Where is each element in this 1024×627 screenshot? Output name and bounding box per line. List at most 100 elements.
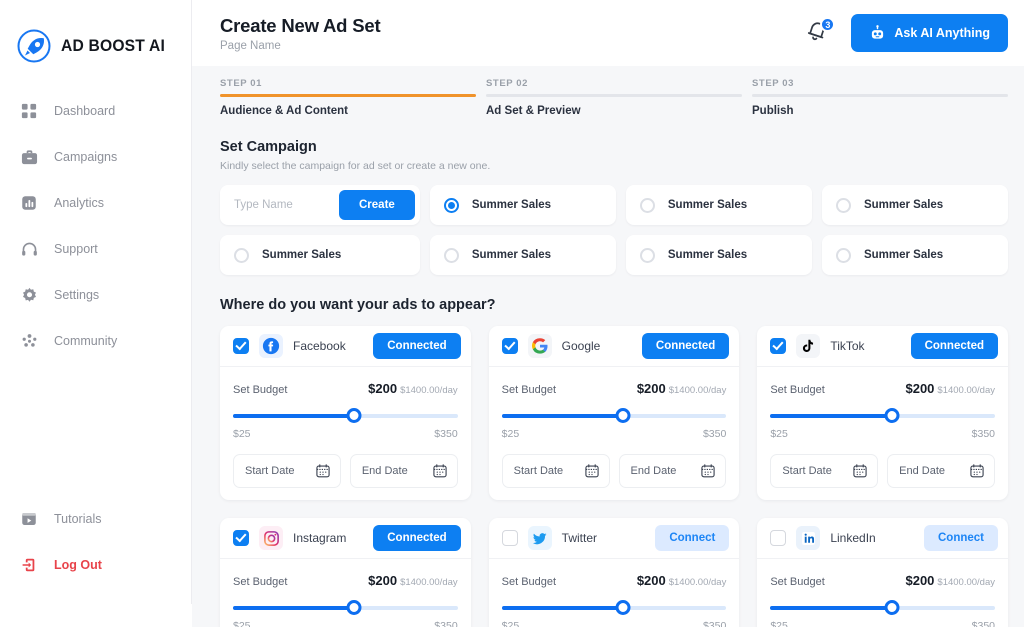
platform-name: Facebook [293,339,346,353]
robot-icon [872,24,884,39]
notification-bell[interactable]: 3 [805,17,836,47]
google-icon [527,334,552,358]
campaign-card[interactable]: Summer Sales [220,235,420,275]
platform-checkbox[interactable] [233,530,249,546]
budget-label: Set Budget [233,384,288,396]
end-date-field[interactable]: End Date [887,454,996,488]
set-campaign-title: Set Campaign [220,139,317,155]
sidebar-item-community[interactable]: Community [0,318,191,364]
sidebar-item-label: Tutorials [54,512,102,526]
connection-button[interactable]: Connected [373,525,461,551]
platform-body: Set Budget $200 $1400.00/day $25 [757,367,1008,500]
start-date-label: Start Date [245,465,295,477]
campaign-card[interactable]: Summer Sales [625,235,812,275]
campaign-card[interactable]: Summer Sales [429,235,616,275]
budget-slider[interactable] [501,600,727,616]
logout-icon [20,556,38,574]
budget-rate: $1400.00/day [668,577,727,588]
slider-knob[interactable] [346,408,362,423]
platform-checkbox[interactable] [233,338,249,354]
start-date-field[interactable]: Start Date [501,454,610,488]
sidebar-bottom-nav: Tutorials Log Out [0,496,191,604]
radio-icon [835,247,851,263]
end-date-field[interactable]: End Date [349,454,458,488]
step-2[interactable]: STEP 02 Ad Set & Preview [486,78,742,117]
sidebar-item-analytics[interactable]: Analytics [0,180,191,226]
platform-header: TikTok Connected [757,326,1008,367]
end-date-field[interactable]: End Date [618,454,727,488]
budget-value: $200 [905,381,935,396]
budget-rate: $1400.00/day [400,577,458,588]
campaign-label: Summer Sales [262,249,342,261]
budget-row: Set Budget $200 $1400.00/day [233,380,458,398]
platform-body: Set Budget $200 $1400.00/day $25 [489,367,740,500]
date-row: Start Date End Date [501,454,727,488]
briefcase-icon [20,148,38,166]
ask-ai-button[interactable]: Ask AI Anything [851,14,1008,52]
budget-row: Set Budget $200 $1400.00/day [233,572,458,590]
connection-button[interactable]: Connect [655,525,730,551]
sidebar-item-tutorials[interactable]: Tutorials [0,496,191,542]
range-min: $25 [770,428,788,440]
sidebar-item-logout[interactable]: Log Out [0,542,191,588]
sidebar-item-label: Settings [54,288,100,302]
connection-button[interactable]: Connected [910,333,998,359]
budget-rate: $1400.00/day [668,385,727,396]
budget-rate: $1400.00/day [400,385,458,396]
page-subtitle: Page Name [220,39,281,52]
step-3[interactable]: STEP 03 Publish [752,78,1008,117]
platform-checkbox[interactable] [501,338,518,354]
slider-knob[interactable] [615,408,631,423]
campaign-card[interactable]: Summer Sales [821,185,1008,225]
slider-range: $25 $350 [502,428,727,440]
connection-button[interactable]: Connected [373,333,461,359]
budget-row: Set Budget $200 $1400.00/day [502,380,727,398]
budget-slider[interactable] [233,408,458,424]
create-button[interactable]: Create [339,190,415,220]
platform-body: Set Budget $200 $1400.00/day $25 [220,559,471,627]
campaign-card[interactable]: Summer Sales [821,235,1008,275]
slider-knob[interactable] [615,600,631,615]
sidebar-item-dashboard[interactable]: Dashboard [0,88,191,134]
budget-slider[interactable] [501,408,727,424]
campaign-card[interactable]: Summer Sales [625,185,812,225]
slider-knob[interactable] [884,408,900,423]
slider-knob[interactable] [884,600,900,615]
platform-checkbox[interactable] [770,338,787,354]
sidebar-item-settings[interactable]: Settings [0,272,191,318]
step-1[interactable]: STEP 01 Audience & Ad Content [220,78,476,117]
budget-slider[interactable] [233,600,458,616]
start-date-field[interactable]: Start Date [233,454,341,488]
platform-checkbox[interactable] [770,530,787,546]
budget-rate: $1400.00/day [937,577,995,588]
calendar-icon [433,464,447,478]
campaign-card[interactable]: Summer Sales [429,185,616,225]
step-number: STEP 02 [486,78,529,89]
page-title: Create New Ad Set [220,14,381,36]
slider-range: $25 $350 [233,428,458,440]
sidebar-item-label: Support [54,242,98,256]
campaign-name-input[interactable] [234,199,339,211]
range-max: $350 [702,428,727,440]
budget-slider[interactable] [770,600,995,616]
topbar-actions: 3 Ask AI Anything [805,14,1008,52]
sidebar-item-campaigns[interactable]: Campaigns [0,134,191,180]
sidebar-item-support[interactable]: Support [0,226,191,272]
budget-row: Set Budget $200 $1400.00/day [502,572,727,590]
instagram-icon [259,526,283,550]
end-date-label: End Date [630,465,677,477]
start-date-field[interactable]: Start Date [770,454,879,488]
connection-button[interactable]: Connected [641,333,730,359]
platform-card-facebook: Facebook Connected Set Budget $200 $1400.… [220,326,471,500]
platform-card-instagram: Instagram Connected Set Budget $200 $1400… [220,518,471,627]
slider-knob[interactable] [346,600,362,615]
sidebar-item-label: Analytics [54,196,105,210]
platform-body: Set Budget $200 $1400.00/day $25 [220,367,471,500]
step-number: STEP 01 [220,78,263,89]
notification-badge: 3 [820,17,836,32]
slider-range: $25 $350 [502,620,727,627]
platform-checkbox[interactable] [501,530,518,546]
main-content: Create New Ad Set Page Name 3 Ask AI Any… [192,0,1024,627]
budget-slider[interactable] [770,408,995,424]
connection-button[interactable]: Connect [924,525,998,551]
